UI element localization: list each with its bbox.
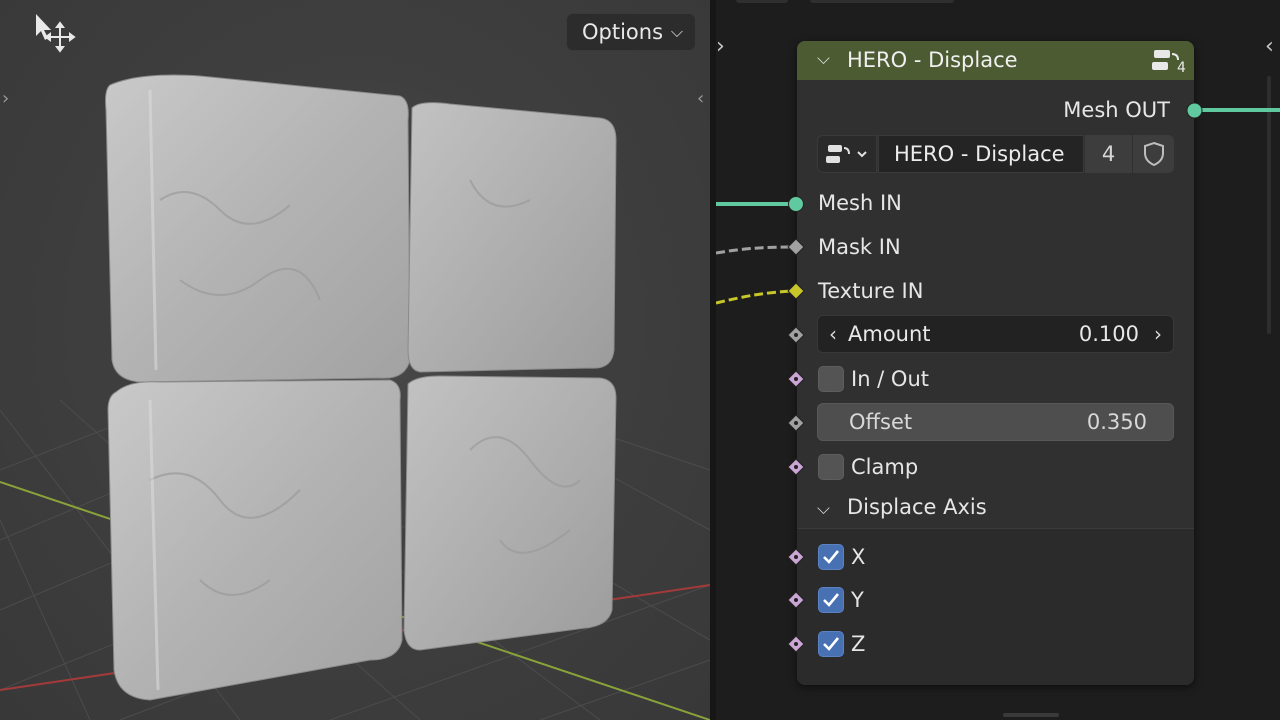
mesh-out-socket[interactable]	[1186, 102, 1203, 119]
clamp-checkbox[interactable]	[818, 454, 844, 480]
chevron-left-icon[interactable]: ‹	[818, 322, 848, 346]
chevron-right-icon[interactable]: ›	[1143, 322, 1173, 346]
amount-field[interactable]: ‹ Amount 0.100 ›	[817, 315, 1174, 353]
axis-y-socket[interactable]	[787, 591, 805, 609]
chevron-down-icon[interactable]: ⌵	[817, 49, 830, 69]
transform-move-cursor-icon[interactable]	[30, 12, 76, 54]
texture-in-socket[interactable]	[787, 282, 805, 300]
node-editor[interactable]: › ‹ ⌵ HERO - Displace 4 Mesh OUT HERO - …	[716, 0, 1280, 720]
axis-y-label: Y	[851, 588, 864, 612]
axis-x-socket[interactable]	[787, 548, 805, 566]
region-resize-handle[interactable]	[1003, 713, 1059, 717]
chevron-down-icon[interactable]: ⌵	[817, 499, 830, 519]
clamp-socket[interactable]	[787, 458, 805, 476]
options-dropdown[interactable]: Options ⌵	[566, 13, 696, 51]
node-user-count: 4	[1177, 60, 1186, 76]
chevron-down-icon: ⌵	[670, 22, 683, 41]
mask-in-link	[716, 245, 797, 255]
in-out-socket[interactable]	[787, 370, 805, 388]
group-node[interactable]: ⌵ HERO - Displace 4 Mesh OUT HERO - Disp…	[787, 41, 1203, 685]
axis-z-label: Z	[851, 632, 866, 656]
axis-x-label: X	[851, 545, 866, 569]
amount-socket[interactable]	[787, 326, 805, 344]
in-out-checkbox[interactable]	[818, 366, 844, 392]
chevron-right-icon[interactable]: ›	[2, 88, 9, 109]
clamp-label: Clamp	[851, 455, 919, 479]
mesh-in-label: Mesh IN	[818, 191, 902, 215]
amount-value: 0.100	[1078, 322, 1139, 346]
axis-z-checkbox[interactable]	[818, 631, 844, 657]
node-title: HERO - Displace	[847, 48, 1018, 72]
node-header[interactable]: ⌵ HERO - Displace 4	[797, 41, 1194, 80]
stone-wall-model	[105, 74, 617, 701]
shield-icon[interactable]	[1133, 135, 1174, 173]
chevron-left-icon[interactable]: ‹	[697, 88, 704, 109]
checkmark-icon	[823, 550, 840, 564]
node-group-name-field[interactable]: HERO - Displace	[878, 135, 1084, 173]
mesh-out-label: Mesh OUT	[1063, 98, 1170, 122]
displace-axis-panel-label[interactable]: Displace Axis	[847, 495, 987, 519]
offset-value: 0.350	[1086, 410, 1147, 434]
offset-field[interactable]: Offset 0.350	[817, 403, 1174, 441]
3d-viewport[interactable]: Options ⌵ › ‹	[0, 0, 710, 720]
axis-z-socket[interactable]	[787, 635, 805, 653]
texture-in-link	[716, 289, 797, 305]
options-label: Options	[582, 20, 664, 44]
amount-label: Amount	[848, 322, 931, 346]
axis-x-checkbox[interactable]	[818, 544, 844, 570]
mask-in-socket[interactable]	[787, 238, 805, 256]
offset-socket[interactable]	[787, 414, 805, 432]
checkmark-icon	[823, 637, 840, 651]
node-tree-dropdown-icon[interactable]	[817, 135, 877, 173]
offset-label: Offset	[849, 410, 913, 434]
mask-in-label: Mask IN	[818, 235, 901, 259]
axis-y-checkbox[interactable]	[818, 587, 844, 613]
checkmark-icon	[823, 593, 840, 607]
displace-axis-panel: X Y Z	[787, 529, 1194, 685]
texture-in-label: Texture IN	[818, 279, 924, 303]
node-group-selector[interactable]: HERO - Displace 4	[817, 135, 1174, 173]
user-count-button[interactable]: 4	[1085, 135, 1132, 173]
in-out-label: In / Out	[851, 367, 930, 391]
mesh-in-socket[interactable]	[787, 195, 805, 213]
